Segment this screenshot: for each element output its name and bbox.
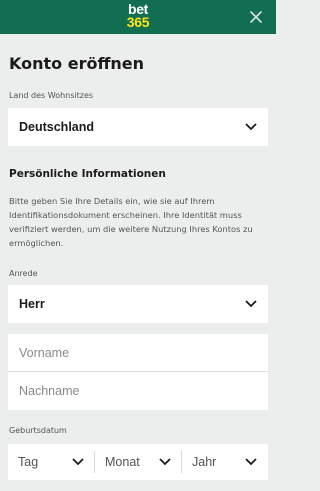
dob-day-value: Tag: [18, 455, 39, 469]
salutation-value: Herr: [19, 297, 45, 311]
logo-line-2: 365: [126, 14, 150, 30]
chevron-down-icon: [159, 458, 171, 466]
chevron-down-icon: [245, 123, 257, 131]
salutation-select[interactable]: Herr: [8, 285, 268, 323]
last-name-input[interactable]: [8, 372, 268, 409]
dob-label: Geburtsdatum: [9, 426, 67, 435]
bet365-logo: bet 365: [121, 2, 155, 30]
chevron-down-icon: [245, 300, 257, 308]
chevron-down-icon: [72, 458, 84, 466]
salutation-label: Anrede: [9, 269, 38, 278]
dob-year-select[interactable]: Jahr: [182, 444, 268, 480]
chevron-down-icon: [245, 458, 257, 466]
header-bar: bet 365: [0, 0, 276, 34]
first-name-input[interactable]: [8, 334, 268, 371]
close-icon[interactable]: [248, 9, 264, 25]
dob-day-select[interactable]: Tag: [8, 444, 94, 480]
page-title: Konto eröffnen: [9, 54, 145, 73]
country-value: Deutschland: [19, 120, 95, 134]
personal-info-description: Bitte geben Sie Ihre Details ein, wie si…: [9, 196, 253, 248]
country-label: Land des Wohnsitzes: [9, 91, 94, 100]
dob-month-select[interactable]: Monat: [95, 444, 181, 480]
dob-month-value: Monat: [105, 455, 140, 469]
dob-fields: Tag Monat Jahr: [8, 444, 268, 480]
name-fields: [8, 334, 268, 410]
personal-info-title: Persönliche Informationen: [9, 168, 166, 180]
dob-year-value: Jahr: [192, 455, 217, 469]
country-select[interactable]: Deutschland: [8, 108, 268, 146]
